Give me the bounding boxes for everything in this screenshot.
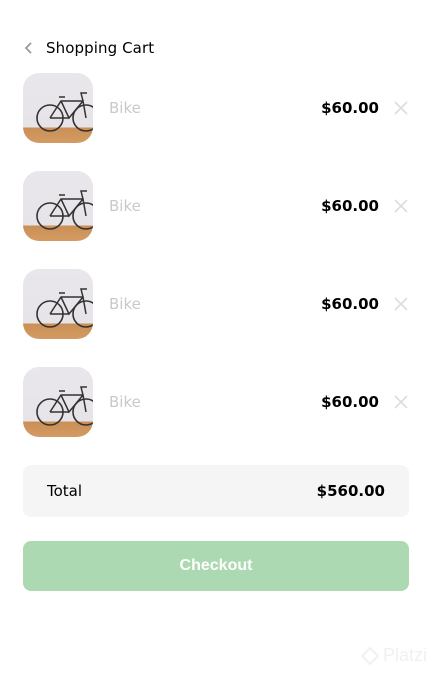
bicycle-image — [23, 73, 93, 143]
order-total: Total $560.00 — [23, 465, 409, 517]
watermark-text: Platzi — [382, 645, 427, 665]
header: Shopping Cart — [22, 36, 154, 60]
item-name: Bike — [109, 393, 141, 411]
item-price: $60.00 — [321, 197, 379, 215]
checkout-button[interactable]: Checkout — [23, 541, 409, 591]
cart-item: Bike $60.00 — [23, 170, 409, 242]
cart-item: Bike $60.00 — [23, 72, 409, 144]
platzi-logo-icon — [360, 646, 379, 665]
close-icon[interactable] — [393, 394, 409, 410]
item-name: Bike — [109, 99, 141, 117]
page-title: Shopping Cart — [46, 39, 155, 57]
cart-item: Bike $60.00 — [23, 366, 409, 438]
item-price: $60.00 — [321, 393, 379, 411]
cart-list: Bike $60.00 Bike $60.00 Bike $60.00 Bike… — [23, 72, 409, 464]
chevron-left-icon[interactable] — [22, 41, 36, 55]
bicycle-image — [23, 269, 93, 339]
item-name: Bike — [109, 295, 141, 313]
platzi-watermark: Platzi — [360, 645, 427, 666]
bicycle-image — [23, 171, 93, 241]
item-name: Bike — [109, 197, 141, 215]
total-label: Total — [47, 482, 83, 500]
item-price: $60.00 — [321, 99, 379, 117]
cart-item: Bike $60.00 — [23, 268, 409, 340]
close-icon[interactable] — [393, 198, 409, 214]
total-value: $560.00 — [316, 482, 385, 500]
item-price: $60.00 — [321, 295, 379, 313]
bicycle-image — [23, 367, 93, 437]
close-icon[interactable] — [393, 100, 409, 116]
close-icon[interactable] — [393, 296, 409, 312]
